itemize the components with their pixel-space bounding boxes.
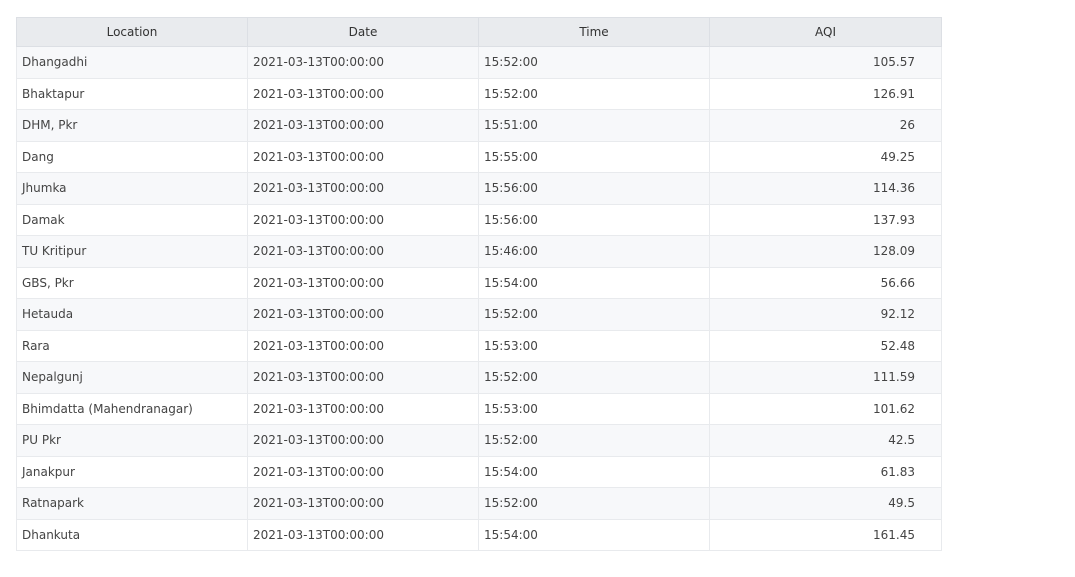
location-cell: Janakpur bbox=[16, 455, 248, 488]
aqi-cell: 61.83 bbox=[709, 455, 942, 488]
time-cell: 15:52:00 bbox=[478, 361, 710, 394]
table-row: Janakpur 2021-03-13T00:00:00 15:54:00 61.83 bbox=[16, 455, 942, 488]
aqi-cell: 128.09 bbox=[709, 235, 942, 268]
aqi-cell: 137.93 bbox=[709, 203, 942, 236]
table-row: Jhumka 2021-03-13T00:00:00 15:56:00 114.36 bbox=[16, 172, 942, 205]
table-row: Bhimdatta (Mahendranagar) 2021-03-13T00:0… bbox=[16, 392, 942, 425]
date-cell: 2021-03-13T00:00:00 bbox=[247, 518, 479, 551]
date-cell: 2021-03-13T00:00:00 bbox=[247, 77, 479, 110]
column-header-aqi[interactable]: AQI bbox=[709, 17, 942, 47]
table-row: Bhaktapur 2021-03-13T00:00:00 15:52:00 126.… bbox=[16, 77, 942, 110]
header-row: Location Date Time AQI bbox=[16, 17, 942, 47]
location-cell: Damak bbox=[16, 203, 248, 236]
location-cell: Dang bbox=[16, 140, 248, 173]
aqi-cell: 161.45 bbox=[709, 518, 942, 551]
time-cell: 15:53:00 bbox=[478, 329, 710, 362]
table-row: Rara 2021-03-13T00:00:00 15:53:00 52.48 bbox=[16, 329, 942, 362]
aqi-cell: 49.5 bbox=[709, 487, 942, 520]
aqi-cell: 42.5 bbox=[709, 424, 942, 457]
time-cell: 15:52:00 bbox=[478, 298, 710, 331]
aqi-cell: 26 bbox=[709, 109, 942, 142]
aqi-cell: 111.59 bbox=[709, 361, 942, 394]
table-row: Dhankuta 2021-03-13T00:00:00 15:54:00 161.4… bbox=[16, 518, 942, 551]
location-cell: Jhumka bbox=[16, 172, 248, 205]
table-row: PU Pkr 2021-03-13T00:00:00 15:52:00 42.5 bbox=[16, 424, 942, 457]
aqi-cell: 52.48 bbox=[709, 329, 942, 362]
table-row: Dhangadhi 2021-03-13T00:00:00 15:52:00 105.… bbox=[16, 46, 942, 79]
date-cell: 2021-03-13T00:00:00 bbox=[247, 203, 479, 236]
date-cell: 2021-03-13T00:00:00 bbox=[247, 298, 479, 331]
date-cell: 2021-03-13T00:00:00 bbox=[247, 329, 479, 362]
date-cell: 2021-03-13T00:00:00 bbox=[247, 455, 479, 488]
aqi-cell: 101.62 bbox=[709, 392, 942, 425]
table-row: Damak 2021-03-13T00:00:00 15:56:00 137.93 bbox=[16, 203, 942, 236]
date-cell: 2021-03-13T00:00:00 bbox=[247, 172, 479, 205]
time-cell: 15:52:00 bbox=[478, 424, 710, 457]
aqi-cell: 105.57 bbox=[709, 46, 942, 79]
time-cell: 15:56:00 bbox=[478, 203, 710, 236]
date-cell: 2021-03-13T00:00:00 bbox=[247, 140, 479, 173]
aqi-table: Location Date Time AQI Dhangadhi 2021-03-… bbox=[16, 17, 942, 551]
location-cell: Rara bbox=[16, 329, 248, 362]
time-cell: 15:53:00 bbox=[478, 392, 710, 425]
time-cell: 15:46:00 bbox=[478, 235, 710, 268]
table-row: Dang 2021-03-13T00:00:00 15:55:00 49.25 bbox=[16, 140, 942, 173]
column-header-time[interactable]: Time bbox=[478, 17, 710, 47]
location-cell: Dhankuta bbox=[16, 518, 248, 551]
location-cell: Bhaktapur bbox=[16, 77, 248, 110]
time-cell: 15:52:00 bbox=[478, 487, 710, 520]
date-cell: 2021-03-13T00:00:00 bbox=[247, 424, 479, 457]
table-row: TU Kritipur 2021-03-13T00:00:00 15:46:00 12… bbox=[16, 235, 942, 268]
aqi-cell: 56.66 bbox=[709, 266, 942, 299]
time-cell: 15:51:00 bbox=[478, 109, 710, 142]
aqi-cell: 49.25 bbox=[709, 140, 942, 173]
location-cell: DHM, Pkr bbox=[16, 109, 248, 142]
time-cell: 15:54:00 bbox=[478, 518, 710, 551]
location-cell: Bhimdatta (Mahendranagar) bbox=[16, 392, 248, 425]
table-row: Ratnapark 2021-03-13T00:00:00 15:52:00 49.5 bbox=[16, 487, 942, 520]
table-header: Location Date Time AQI bbox=[16, 17, 942, 47]
table-row: Hetauda 2021-03-13T00:00:00 15:52:00 92.12 bbox=[16, 298, 942, 331]
date-cell: 2021-03-13T00:00:00 bbox=[247, 487, 479, 520]
date-cell: 2021-03-13T00:00:00 bbox=[247, 109, 479, 142]
location-cell: Dhangadhi bbox=[16, 46, 248, 79]
table-row: Nepalgunj 2021-03-13T00:00:00 15:52:00 111.… bbox=[16, 361, 942, 394]
column-header-location[interactable]: Location bbox=[16, 17, 248, 47]
location-cell: Nepalgunj bbox=[16, 361, 248, 394]
date-cell: 2021-03-13T00:00:00 bbox=[247, 235, 479, 268]
time-cell: 15:52:00 bbox=[478, 46, 710, 79]
time-cell: 15:52:00 bbox=[478, 77, 710, 110]
date-cell: 2021-03-13T00:00:00 bbox=[247, 46, 479, 79]
location-cell: GBS, Pkr bbox=[16, 266, 248, 299]
location-cell: TU Kritipur bbox=[16, 235, 248, 268]
time-cell: 15:54:00 bbox=[478, 455, 710, 488]
aqi-table-container: Location Date Time AQI Dhangadhi 2021-03-… bbox=[16, 17, 942, 551]
aqi-cell: 114.36 bbox=[709, 172, 942, 205]
column-header-date[interactable]: Date bbox=[247, 17, 479, 47]
table-row: DHM, Pkr 2021-03-13T00:00:00 15:51:00 26 bbox=[16, 109, 942, 142]
date-cell: 2021-03-13T00:00:00 bbox=[247, 266, 479, 299]
location-cell: PU Pkr bbox=[16, 424, 248, 457]
time-cell: 15:55:00 bbox=[478, 140, 710, 173]
time-cell: 15:56:00 bbox=[478, 172, 710, 205]
table-row: GBS, Pkr 2021-03-13T00:00:00 15:54:00 56.66 bbox=[16, 266, 942, 299]
location-cell: Hetauda bbox=[16, 298, 248, 331]
location-cell: Ratnapark bbox=[16, 487, 248, 520]
aqi-cell: 92.12 bbox=[709, 298, 942, 331]
aqi-cell: 126.91 bbox=[709, 77, 942, 110]
date-cell: 2021-03-13T00:00:00 bbox=[247, 361, 479, 394]
time-cell: 15:54:00 bbox=[478, 266, 710, 299]
date-cell: 2021-03-13T00:00:00 bbox=[247, 392, 479, 425]
table-body: Dhangadhi 2021-03-13T00:00:00 15:52:00 105.… bbox=[16, 46, 942, 551]
